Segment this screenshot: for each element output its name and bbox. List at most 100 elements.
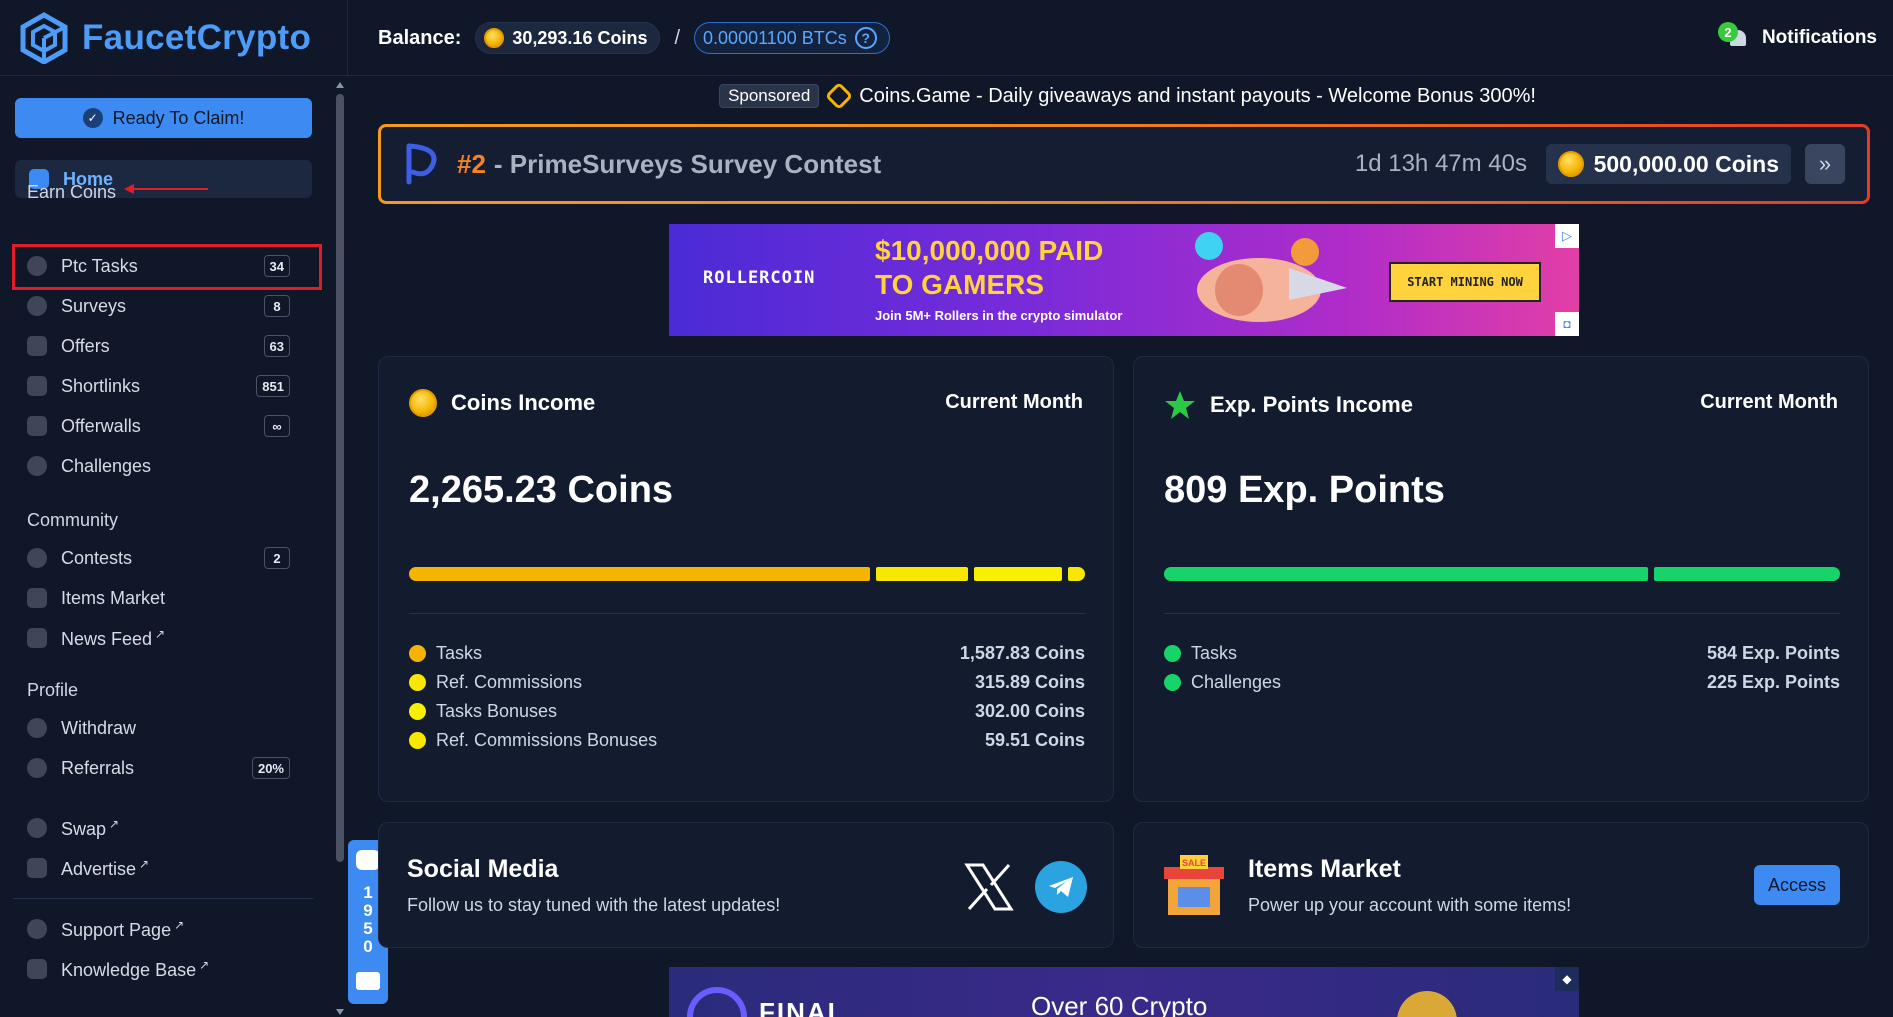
card-divider (1164, 613, 1840, 614)
contest-prize: 500,000.00 Coins (1545, 144, 1791, 184)
telegram-icon[interactable] (1035, 861, 1087, 913)
ad-brand: ROLLERCOIN (703, 268, 816, 288)
contest-next-button[interactable]: » (1805, 144, 1845, 184)
contest-timer: 1d 13h 47m 40s (1354, 150, 1527, 177)
balance-label: Balance: (378, 26, 462, 49)
progress-segment (409, 567, 870, 581)
scroll-down-icon[interactable] (336, 1009, 344, 1015)
logo-text: FaucetCrypto (82, 18, 312, 57)
coin-icon (409, 389, 437, 417)
legend-value: 584 Exp. Points (1706, 642, 1840, 663)
sponsored-banner[interactable]: Sponsored Coins.Game - Daily giveaways a… (362, 80, 1893, 112)
coins-balance-pill[interactable]: 30,293.16 Coins (475, 22, 661, 54)
notifications-button[interactable]: 2 Notifications (1717, 14, 1877, 62)
count-badge: 2 (264, 547, 290, 569)
legend-value: 59.51 Coins (984, 729, 1085, 750)
notifications-count-badge: 2 (1717, 22, 1738, 42)
progress-segment (876, 567, 968, 581)
sidebar-item-label: Shortlinks (61, 375, 141, 396)
section-profile: Profile (27, 680, 79, 700)
contest-prize-value: 500,000.00 Coins (1593, 150, 1779, 177)
top-bar: FaucetCrypto Balance: 30,293.16 Coins / … (0, 0, 1893, 76)
rollercoin-ad-banner[interactable]: ROLLERCOIN $10,000,000 PAID TO GAMERS Jo… (669, 224, 1579, 336)
trophy-icon (27, 548, 47, 568)
sidebar-item-challenges[interactable]: Challenges (13, 446, 320, 486)
sidebar-scrollbar[interactable] (333, 80, 347, 1017)
balance-separator: / (674, 26, 681, 49)
legend-row: Tasks Bonuses 302.00 Coins (409, 697, 1085, 725)
external-link-icon: ↗ (199, 957, 210, 972)
sidebar-item-offerwalls[interactable]: Offerwalls ∞ (13, 406, 320, 446)
sidebar-divider (13, 898, 313, 899)
btc-balance-pill[interactable]: 0.00001100 BTCs ? (694, 22, 890, 54)
ad-info-icon[interactable]: ◘ (1555, 312, 1579, 336)
ad-headline: $10,000,000 PAID TO GAMERS (875, 235, 1104, 300)
sidebar-item-shortlinks[interactable]: Shortlinks 851 (13, 366, 320, 406)
period-label: Current Month (1700, 391, 1838, 413)
count-badge: 8 (264, 295, 290, 317)
bottom-ad-banner[interactable]: FINAL Over 60 Crypto ◆ (669, 967, 1579, 1017)
support-icon (27, 919, 47, 939)
percent-badge: 20% (251, 757, 290, 779)
legend-dot (409, 731, 426, 749)
annotation-arrow-icon (124, 184, 208, 194)
legend-value: 315.89 Coins (974, 671, 1085, 692)
ready-to-claim-button[interactable]: ✓ Ready To Claim! (15, 98, 312, 138)
ad-choices-icon[interactable]: ▷ (1555, 224, 1579, 248)
legend-label: Tasks Bonuses (436, 700, 558, 721)
scroll-thumb[interactable] (336, 94, 344, 862)
annotation-highlight-box (12, 244, 322, 290)
start-mining-button[interactable]: START MINING NOW (1389, 262, 1541, 302)
sidebar-item-news-feed[interactable]: News Feed ↗ (13, 618, 320, 658)
help-icon[interactable]: ? (854, 27, 877, 49)
scroll-up-icon[interactable] (336, 82, 344, 88)
sidebar-item-label: Swap ↗ (61, 816, 120, 839)
sidebar-item-label: Contests (61, 547, 133, 568)
sidebar-item-items-market[interactable]: Items Market (13, 578, 320, 618)
ad-subtext: Join 5M+ Rollers in the crypto simulator (875, 308, 1123, 323)
link-icon (27, 376, 47, 396)
coins-income-total: 2,265.23 Coins (409, 469, 674, 511)
news-icon (27, 628, 47, 648)
site-logo[interactable]: FaucetCrypto (18, 10, 311, 66)
claim-button-label: Ready To Claim! (112, 107, 245, 128)
contest-title: - PrimeSurveys Survey Contest (493, 148, 882, 179)
ad-choices-icon[interactable]: ◆ (1555, 967, 1579, 991)
legend-row: Ref. Commissions 315.89 Coins (409, 668, 1085, 696)
sidebar-item-surveys[interactable]: Surveys 8 (13, 286, 320, 326)
ad-coin-icon (1397, 991, 1457, 1017)
survey-icon (27, 296, 47, 316)
access-button[interactable]: Access (1753, 865, 1840, 905)
legend-dot (409, 702, 426, 720)
sidebar: ✓ Ready To Claim! Home Earn Coins Ptc Ta… (0, 76, 333, 1017)
bottom-ad-brand: FINAL (759, 997, 846, 1017)
sidebar-item-label: Surveys (61, 295, 127, 316)
referrals-icon (27, 758, 47, 778)
items-market-card: SALE Items Market Power up your account … (1133, 822, 1869, 948)
sidebar-item-offers[interactable]: Offers 63 (13, 326, 320, 366)
exp-income-progress-bar (1164, 567, 1840, 581)
contest-banner[interactable]: #2 - PrimeSurveys Survey Contest 1d 13h … (378, 124, 1870, 204)
items-market-subtitle: Power up your account with some items! (1248, 895, 1572, 915)
sidebar-item-swap[interactable]: Swap ↗ (13, 808, 320, 848)
sidebar-item-advertise[interactable]: Advertise ↗ (13, 848, 320, 888)
sidebar-item-support-page[interactable]: Support Page ↗ (13, 909, 320, 949)
x-twitter-icon[interactable] (963, 861, 1015, 913)
offers-icon (27, 336, 47, 356)
sidebar-item-withdraw[interactable]: Withdraw (13, 708, 320, 748)
advertise-icon (27, 858, 47, 878)
legend-row: Tasks 1,587.83 Coins (409, 639, 1085, 667)
sidebar-item-referrals[interactable]: Referrals 20% (13, 748, 320, 788)
sidebar-item-label: Withdraw (61, 717, 137, 738)
exp-income-total: 809 Exp. Points (1164, 469, 1445, 511)
sponsored-tag: Sponsored (719, 84, 820, 108)
star-icon (1165, 391, 1195, 419)
progress-segment (1068, 567, 1085, 581)
check-badge-icon: ✓ (82, 108, 103, 128)
legend-row: Challenges 225 Exp. Points (1164, 668, 1840, 696)
offerwall-icon (27, 416, 47, 436)
sidebar-item-knowledge-base[interactable]: Knowledge Base ↗ (13, 949, 320, 989)
sidebar-item-contests[interactable]: Contests 2 (13, 538, 320, 578)
market-stall-icon: SALE (1164, 855, 1224, 915)
sidebar-item-label: News Feed ↗ (61, 626, 166, 649)
